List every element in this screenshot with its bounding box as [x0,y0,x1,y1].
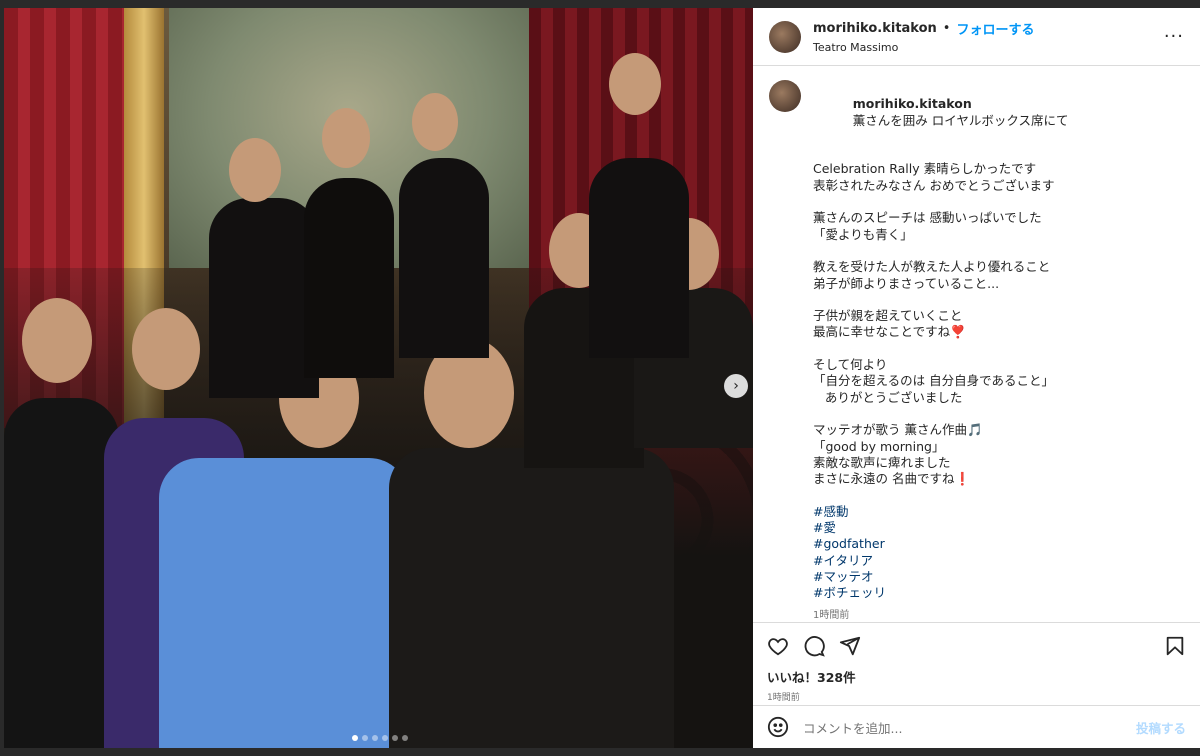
hashtag-link[interactable]: #イタリア [813,553,1068,569]
carousel-dot[interactable] [402,735,408,741]
caption-line: まさに永遠の 名曲ですね❗️ [813,471,971,487]
caption-line: 教えを受けた人が教えた人より優れること [813,259,1051,275]
caption-line [813,243,1068,259]
heart-icon[interactable] [767,635,789,657]
carousel-dot[interactable] [372,735,378,741]
caption-username[interactable]: morihiko.kitakon [853,96,972,111]
caption-line: 表彰されたみなさん おめでとうございます [813,177,1055,193]
caption-line: 「愛よりも青く」 [813,226,913,242]
follow-button[interactable]: フォローする [956,19,1034,38]
caption-line: 「good by morning」 [813,438,945,454]
hashtag-list: #感動 #愛 #godfather #イタリア #マッテオ #ボチェッリ [813,504,1068,602]
post-comment-button[interactable]: 投稿する [1136,718,1186,737]
caption-line [813,194,1068,210]
bookmark-icon[interactable] [1164,635,1186,657]
caption-avatar[interactable] [769,80,801,112]
caption-line: マッテオが歌う 薫さん作曲🎵 [813,422,983,438]
post-header: morihiko.kitakon • フォローする Teatro Massimo… [753,8,1200,66]
hashtag-link[interactable]: #ボチェッリ [813,585,1068,601]
comment-bar: コメントを追加... 投稿する [753,705,1200,748]
hashtag-link[interactable]: #愛 [813,520,1068,536]
caption-line [813,292,1068,308]
share-icon[interactable] [839,635,861,657]
caption-line: 弟子が師よりまさっていること... [813,275,1000,291]
like-count[interactable]: いいね！328件 [767,667,1186,686]
carousel-dot[interactable] [382,735,388,741]
caption-line [813,487,1068,503]
caption-text: Celebration Rally 素晴らしかったです 表彰されたみなさん おめで… [813,145,1068,504]
carousel-dot[interactable] [352,735,358,741]
caption-line: 薫さんのスピーチは 感動いっぱいでした [813,210,1042,226]
caption-line: そして何より [813,357,888,373]
comment-icon[interactable] [803,635,825,657]
post-photo[interactable]: › [4,8,753,748]
caption-first-line: 薫さんを囲み ロイヤルボックス席にて [852,112,1069,128]
location-link[interactable]: Teatro Massimo [813,41,1164,54]
hashtag-link[interactable]: #マッテオ [813,569,1068,585]
action-bar: いいね！328件 1時間前 [753,622,1200,703]
post-sidebar: morihiko.kitakon • フォローする Teatro Massimo… [753,8,1200,748]
carousel-dot[interactable] [362,735,368,741]
hashtag-link[interactable]: #感動 [813,504,1068,520]
avatar[interactable] [769,20,801,53]
caption-line: 「自分を超えるのは 自分自身であること」 [813,373,1054,389]
caption-line [813,341,1068,357]
separator-dot: • [942,21,951,36]
caption-line: 最高に幸せなことですね❣️ [813,324,966,340]
emoji-icon[interactable] [767,716,789,738]
hashtag-link[interactable]: #godfather [813,536,1068,552]
more-icon[interactable]: ··· [1164,26,1184,47]
instagram-post-window: › morihiko.kitakon • フォローする Teatro Massi… [0,0,1200,756]
comment-input[interactable]: コメントを追加... [803,718,1136,737]
caption-line: ありがとうございました [813,389,963,405]
carousel-dot[interactable] [392,735,398,741]
group-of-people [4,53,753,748]
post-time: 1時間前 [767,693,800,703]
next-image-button[interactable]: › [724,374,748,398]
caption: morihiko.kitakon 薫さんを囲み ロイヤルボックス席にて Cele… [753,66,1200,626]
caption-line [813,145,1068,161]
caption-line: 素敵な歌声に痺れました [813,454,951,470]
caption-line: Celebration Rally 素晴らしかったです [813,161,1037,177]
carousel-dots [352,735,408,741]
username-link[interactable]: morihiko.kitakon [813,21,937,36]
caption-line: 子供が親を超えていくこと [813,308,963,324]
caption-line [813,406,1068,422]
